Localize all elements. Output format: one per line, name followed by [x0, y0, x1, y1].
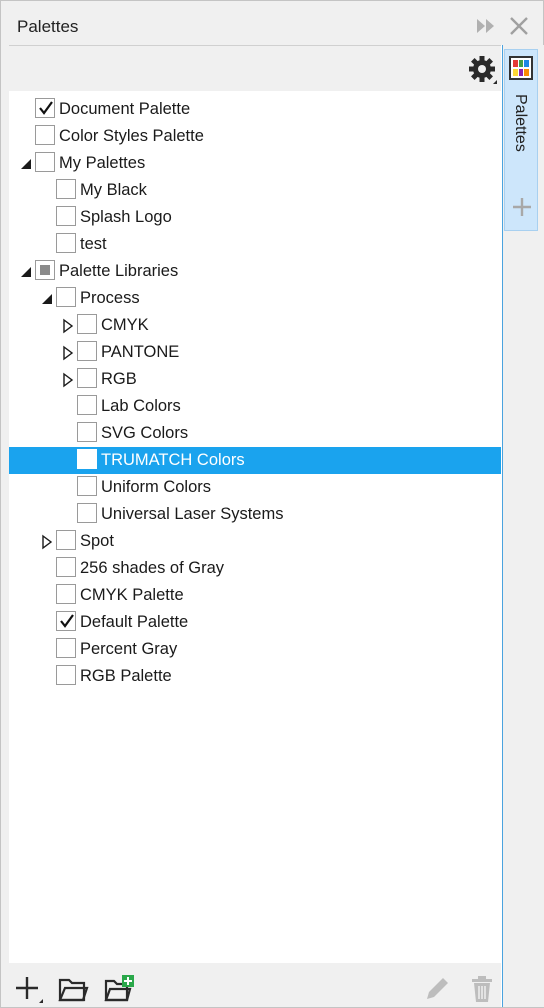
tree-row-label: My Palettes: [59, 154, 146, 172]
palette-checkbox[interactable]: [77, 368, 97, 388]
tree-row-label: Percent Gray: [80, 640, 178, 658]
close-icon[interactable]: [508, 15, 530, 37]
palette-checkbox[interactable]: [77, 422, 97, 442]
tree-row-label: Uniform Colors: [101, 478, 212, 496]
tree-row-label: Process: [80, 289, 140, 307]
tree-row-label: Spot: [80, 532, 114, 550]
docker-tab-strip: Palettes: [504, 45, 544, 1007]
tree-row[interactable]: CMYK Palette: [9, 582, 501, 609]
tree-row[interactable]: CMYK: [9, 312, 501, 339]
palette-checkbox[interactable]: [56, 584, 76, 604]
tree-row-label: CMYK: [101, 316, 149, 334]
tree-row[interactable]: Percent Gray: [9, 636, 501, 663]
tree-row-label: Universal Laser Systems: [101, 505, 284, 523]
tree-row-label: Splash Logo: [80, 208, 172, 226]
tree-row[interactable]: test: [9, 231, 501, 258]
palette-tree: Document Palette Color Styles Palette My P…: [9, 96, 501, 690]
tree-row[interactable]: Process: [9, 285, 501, 312]
tree-row[interactable]: My Black: [9, 177, 501, 204]
tree-row-label: PANTONE: [101, 343, 180, 361]
tree-row-label: Lab Colors: [101, 397, 181, 415]
tree-row[interactable]: TRUMATCH Colors: [9, 447, 501, 474]
tree-row[interactable]: Palette Libraries: [9, 258, 501, 285]
tree-row[interactable]: Spot: [9, 528, 501, 555]
new-folder-icon[interactable]: [103, 973, 135, 1005]
expanded-triangle-icon[interactable]: [19, 264, 33, 280]
tree-row-label: RGB: [101, 370, 137, 388]
palette-checkbox[interactable]: [56, 179, 76, 199]
checkmark-icon: [37, 99, 55, 117]
palette-checkbox[interactable]: [77, 395, 97, 415]
palette-checkbox[interactable]: [77, 503, 97, 523]
tree-row[interactable]: SVG Colors: [9, 420, 501, 447]
tree-row[interactable]: Document Palette: [9, 96, 501, 123]
add-icon[interactable]: [13, 973, 45, 1005]
tree-row-label: SVG Colors: [101, 424, 189, 442]
tree-row[interactable]: Universal Laser Systems: [9, 501, 501, 528]
partial-check-icon: [40, 265, 50, 275]
tree-row[interactable]: PANTONE: [9, 339, 501, 366]
palette-swatch-icon: [509, 56, 533, 80]
open-folder-icon[interactable]: [57, 973, 89, 1005]
expanded-triangle-icon[interactable]: [40, 291, 54, 307]
tree-row[interactable]: My Palettes: [9, 150, 501, 177]
edit-pencil-icon[interactable]: [421, 973, 453, 1005]
tree-row-label: Color Styles Palette: [59, 127, 204, 145]
tree-row-label: test: [80, 235, 107, 253]
palette-checkbox[interactable]: [56, 611, 76, 631]
palette-checkbox[interactable]: [77, 476, 97, 496]
tree-row-label: Palette Libraries: [59, 262, 179, 280]
palette-checkbox[interactable]: [56, 287, 76, 307]
tree-row[interactable]: 256 shades of Gray: [9, 555, 501, 582]
expanded-triangle-icon[interactable]: [19, 156, 33, 172]
tree-row[interactable]: RGB: [9, 366, 501, 393]
tree-row-label: Default Palette: [80, 613, 189, 631]
tree-row-label: 256 shades of Gray: [80, 559, 225, 577]
collapsed-triangle-icon[interactable]: [40, 534, 54, 550]
palette-checkbox[interactable]: [56, 233, 76, 253]
palettes-docker: Palettes Document Palette Color Styles P…: [0, 0, 544, 1008]
palette-checkbox[interactable]: [35, 125, 55, 145]
bottom-toolbar: [9, 963, 501, 1007]
collapsed-triangle-icon[interactable]: [61, 372, 75, 388]
title-bar: Palettes: [1, 1, 543, 45]
palette-checkbox[interactable]: [56, 530, 76, 550]
tree-row[interactable]: Color Styles Palette: [9, 123, 501, 150]
palette-checkbox[interactable]: [35, 98, 55, 118]
docker-title: Palettes: [17, 17, 79, 36]
tree-row[interactable]: Lab Colors: [9, 393, 501, 420]
palette-checkbox[interactable]: [35, 260, 55, 280]
panel-toolbar: [9, 45, 501, 91]
palette-checkbox[interactable]: [56, 206, 76, 226]
expand-arrows-icon[interactable]: [475, 17, 497, 35]
tree-row[interactable]: Splash Logo: [9, 204, 501, 231]
collapsed-triangle-icon[interactable]: [61, 345, 75, 361]
palette-checkbox[interactable]: [77, 341, 97, 361]
tree-row-label: CMYK Palette: [80, 586, 184, 604]
tree-row[interactable]: RGB Palette: [9, 663, 501, 690]
palette-checkbox[interactable]: [56, 557, 76, 577]
palette-checkbox[interactable]: [56, 665, 76, 685]
palette-checkbox[interactable]: [56, 638, 76, 658]
tree-row[interactable]: Uniform Colors: [9, 474, 501, 501]
gear-icon[interactable]: [467, 54, 499, 86]
palette-manager-panel: Document Palette Color Styles Palette My P…: [9, 45, 503, 1007]
trash-icon[interactable]: [467, 973, 499, 1005]
collapsed-triangle-icon[interactable]: [61, 318, 75, 334]
tree-row[interactable]: Default Palette: [9, 609, 501, 636]
palette-checkbox[interactable]: [35, 152, 55, 172]
checkmark-icon: [58, 612, 76, 630]
palette-checkbox[interactable]: [77, 314, 97, 334]
tab-palettes-label: Palettes: [512, 94, 529, 152]
palette-checkbox[interactable]: [77, 449, 97, 469]
dock-add-icon[interactable]: [510, 195, 534, 219]
tree-row-label: RGB Palette: [80, 667, 172, 685]
tree-row-label: Document Palette: [59, 100, 191, 118]
tree-row-label: My Black: [80, 181, 147, 199]
tree-row-label: TRUMATCH Colors: [101, 451, 245, 469]
